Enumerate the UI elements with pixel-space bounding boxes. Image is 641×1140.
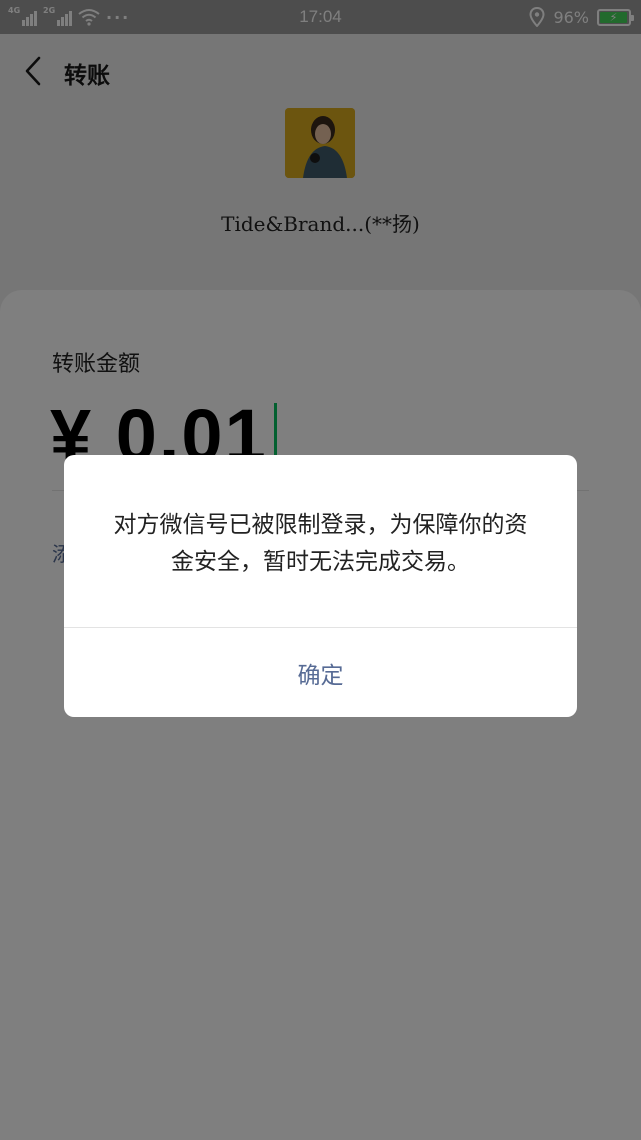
alert-dialog: 对方微信号已被限制登录，为保障你的资金安全，暂时无法完成交易。 确定 [64,455,577,717]
dialog-message: 对方微信号已被限制登录，为保障你的资金安全，暂时无法完成交易。 [113,512,528,575]
confirm-button[interactable]: 确定 [64,628,577,717]
